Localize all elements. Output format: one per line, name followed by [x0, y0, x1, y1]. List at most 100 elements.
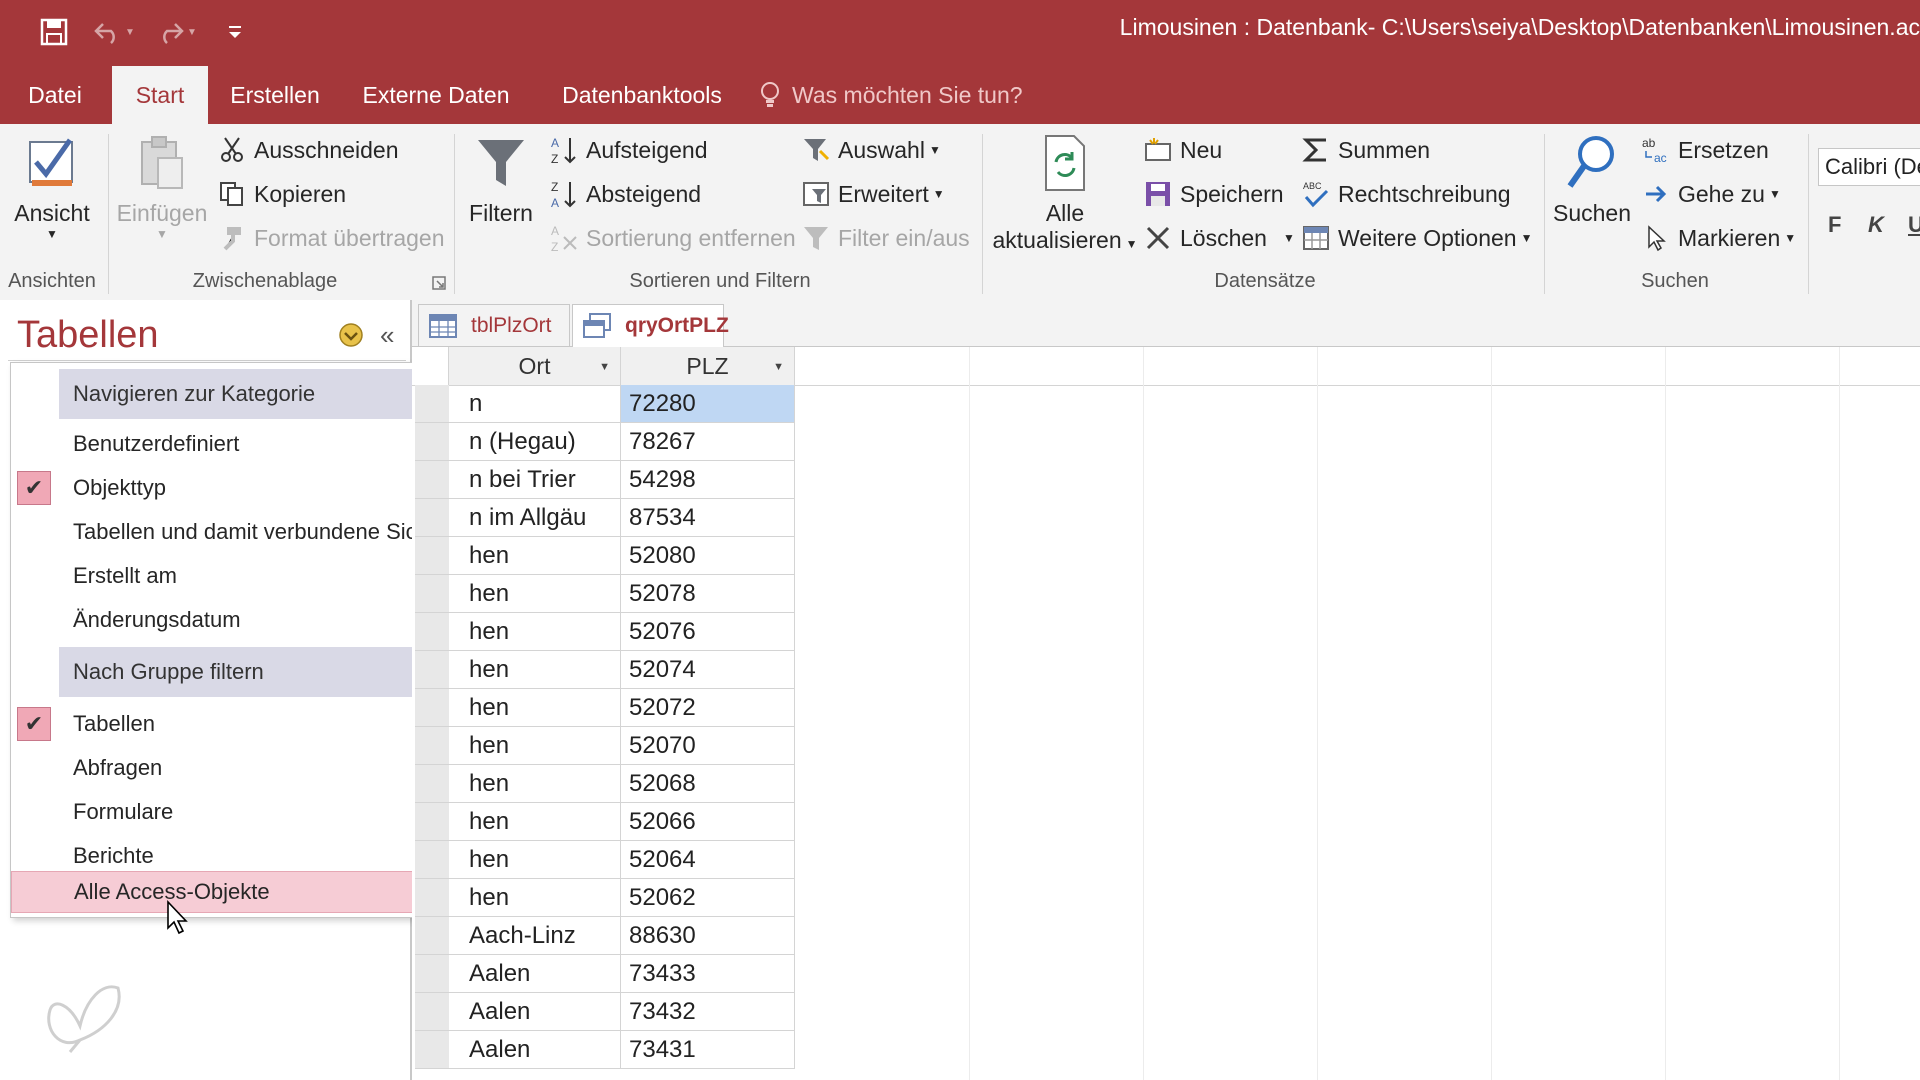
table-row[interactable]: hen 52070 — [412, 727, 795, 765]
cell-plz[interactable]: 72280 — [621, 385, 795, 423]
tab-datei[interactable]: Datei — [14, 66, 96, 124]
cell-ort[interactable]: hen — [449, 765, 621, 803]
sort-descending-button[interactable]: ZA Absteigend — [548, 178, 701, 210]
table-row[interactable]: hen 52068 — [412, 765, 795, 803]
cell-plz[interactable]: 52074 — [621, 651, 795, 689]
row-selector[interactable] — [415, 499, 449, 537]
bold-button[interactable]: F — [1828, 212, 1841, 238]
cell-ort[interactable]: hen — [449, 879, 621, 917]
paste-button[interactable]: Einfügen ▼ — [114, 132, 210, 241]
table-row[interactable]: hen 52078 — [412, 575, 795, 613]
cell-ort[interactable]: hen — [449, 651, 621, 689]
refresh-all-button[interactable]: Alle aktualisieren ▼ — [992, 132, 1138, 254]
cell-plz[interactable]: 52066 — [621, 803, 795, 841]
row-selector[interactable] — [415, 385, 449, 423]
table-row[interactable]: hen 52072 — [412, 689, 795, 727]
find-button[interactable]: Suchen — [1550, 132, 1634, 227]
cell-ort[interactable]: n bei Trier — [449, 461, 621, 499]
table-row[interactable]: Aalen 73432 — [412, 993, 795, 1031]
more-options-button[interactable]: Weitere Optionen ▼ — [1300, 222, 1532, 254]
cell-ort[interactable]: hen — [449, 537, 621, 575]
filter-button[interactable]: Filtern — [462, 132, 540, 227]
row-selector[interactable] — [415, 423, 449, 461]
row-selector[interactable] — [415, 1031, 449, 1069]
cell-plz[interactable]: 78267 — [621, 423, 795, 461]
view-button[interactable]: Ansicht ▼ — [10, 132, 94, 241]
cell-ort[interactable]: hen — [449, 727, 621, 765]
row-selector[interactable] — [415, 879, 449, 917]
cell-plz[interactable]: 52062 — [621, 879, 795, 917]
cell-ort[interactable]: Aalen — [449, 993, 621, 1031]
redo-icon[interactable]: ▼ — [154, 12, 198, 52]
row-selector[interactable] — [415, 575, 449, 613]
table-row[interactable]: n im Allgäu 87534 — [412, 499, 795, 537]
cell-plz[interactable]: 52072 — [621, 689, 795, 727]
italic-button[interactable]: K — [1868, 212, 1884, 238]
column-filter-dropdown-icon[interactable]: ▼ — [599, 361, 610, 373]
table-row[interactable]: Aalen 73431 — [412, 1031, 795, 1069]
cell-ort[interactable]: hen — [449, 841, 621, 879]
cell-plz[interactable]: 73433 — [621, 955, 795, 993]
delete-record-button[interactable]: Löschen ▼ — [1142, 222, 1295, 254]
tab-externe-daten[interactable]: Externe Daten — [352, 66, 520, 124]
nav-dropdown-icon[interactable] — [338, 322, 364, 353]
row-selector[interactable] — [415, 993, 449, 1031]
undo-icon[interactable]: ▼ — [92, 12, 136, 52]
new-record-button[interactable]: Neu — [1142, 134, 1222, 166]
row-selector[interactable] — [415, 803, 449, 841]
advanced-filter-button[interactable]: Erweitert ▼ — [800, 178, 945, 210]
column-header-ort[interactable]: Ort ▼ — [449, 347, 621, 385]
cell-ort[interactable]: Aalen — [449, 955, 621, 993]
table-row[interactable]: n (Hegau) 78267 — [412, 423, 795, 461]
doctab-qryortplz[interactable]: qryOrtPLZ — [572, 304, 729, 347]
remove-sort-button[interactable]: AZ Sortierung entfernen — [548, 222, 796, 254]
dialog-launcher-icon[interactable] — [432, 276, 446, 295]
table-row[interactable]: hen 52074 — [412, 651, 795, 689]
row-selector[interactable] — [415, 689, 449, 727]
cell-plz[interactable]: 52070 — [621, 727, 795, 765]
row-selector[interactable] — [415, 955, 449, 993]
replace-button[interactable]: ab ac Ersetzen — [1640, 134, 1769, 166]
table-row[interactable]: Aach-Linz 88630 — [412, 917, 795, 955]
toggle-filter-button[interactable]: Filter ein/aus — [800, 222, 970, 254]
nav-pane-header[interactable]: Tabellen « — [8, 308, 406, 361]
row-selector[interactable] — [415, 537, 449, 575]
delete-caret-icon[interactable]: ▼ — [1283, 231, 1295, 245]
totals-button[interactable]: Summen — [1300, 134, 1430, 166]
cell-ort[interactable]: n — [449, 385, 621, 423]
table-row[interactable]: Aalen 73433 — [412, 955, 795, 993]
cell-plz[interactable]: 52068 — [621, 765, 795, 803]
row-selector[interactable] — [415, 727, 449, 765]
row-selector[interactable] — [415, 613, 449, 651]
customize-qat-icon[interactable] — [222, 12, 248, 52]
table-row[interactable]: hen 52064 — [412, 841, 795, 879]
tell-me-box[interactable]: Was möchten Sie tun? — [760, 66, 1023, 124]
cut-button[interactable]: Ausschneiden — [216, 134, 399, 166]
table-row[interactable]: hen 52066 — [412, 803, 795, 841]
cell-plz[interactable]: 52080 — [621, 537, 795, 575]
table-row[interactable]: n 72280 — [412, 385, 795, 423]
format-painter-button[interactable]: Format übertragen — [216, 222, 444, 254]
copy-button[interactable]: Kopieren — [216, 178, 346, 210]
cell-plz[interactable]: 52078 — [621, 575, 795, 613]
cell-plz[interactable]: 52064 — [621, 841, 795, 879]
cell-plz[interactable]: 88630 — [621, 917, 795, 955]
cell-ort[interactable]: n im Allgäu — [449, 499, 621, 537]
underline-button[interactable]: U — [1908, 212, 1920, 238]
save-icon[interactable] — [34, 12, 74, 52]
column-filter-dropdown-icon[interactable]: ▼ — [773, 361, 784, 373]
font-name-input[interactable]: Calibri (De — [1818, 148, 1920, 186]
spelling-button[interactable]: ABC Rechtschreibung — [1300, 178, 1511, 210]
cell-ort[interactable]: hen — [449, 613, 621, 651]
table-row[interactable]: hen 52062 — [412, 879, 795, 917]
tab-erstellen[interactable]: Erstellen — [222, 66, 328, 124]
table-row[interactable]: n bei Trier 54298 — [412, 461, 795, 499]
row-selector[interactable] — [415, 765, 449, 803]
cell-ort[interactable]: hen — [449, 803, 621, 841]
cell-plz[interactable]: 52076 — [621, 613, 795, 651]
tab-start[interactable]: Start — [112, 66, 208, 124]
tab-datenbanktools[interactable]: Datenbanktools — [544, 66, 740, 124]
cell-plz[interactable]: 87534 — [621, 499, 795, 537]
cell-ort[interactable]: hen — [449, 575, 621, 613]
cell-ort[interactable]: n (Hegau) — [449, 423, 621, 461]
